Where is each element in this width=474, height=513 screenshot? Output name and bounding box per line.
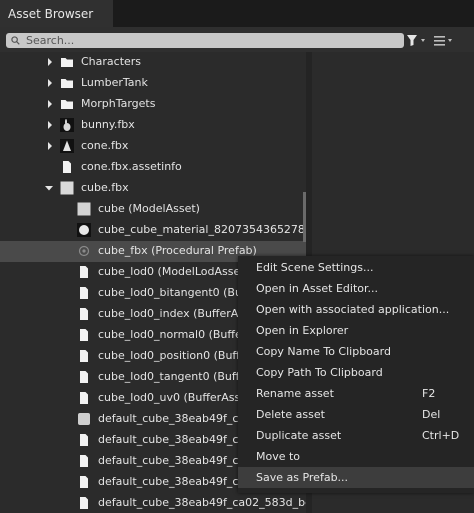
material-box-icon [78, 413, 90, 425]
expand-arrow-icon[interactable] [46, 142, 54, 150]
menu-item-shortcut: F2 [422, 387, 436, 400]
tree-row-cube-modelasset[interactable]: cube (ModelAsset) [0, 199, 306, 220]
title-bar: Asset Browser [0, 0, 474, 27]
search-box[interactable] [6, 33, 404, 48]
bunny-thumbnail-icon [60, 118, 74, 132]
cube-thumbnail-icon [60, 181, 74, 195]
menu-item-duplicate-asset[interactable]: Duplicate asset Ctrl+D [238, 425, 474, 446]
menu-item-move-to[interactable]: Move to [238, 446, 474, 467]
menu-item-rename-asset[interactable]: Rename asset F2 [238, 383, 474, 404]
menu-item-label: Copy Path To Clipboard [256, 366, 383, 379]
prefab-icon [78, 245, 90, 257]
file-icon [80, 392, 88, 404]
menu-item-label: Open with associated application... [256, 303, 450, 316]
tree-row-label: cube_lod0_uv0 (BufferAsset) [98, 391, 256, 404]
tab-asset-browser[interactable]: Asset Browser [0, 0, 113, 27]
file-icon [80, 287, 88, 299]
expand-arrow-icon[interactable] [46, 100, 54, 108]
context-menu: Edit Scene Settings... Open in Asset Edi… [238, 256, 474, 493]
cone-thumbnail-icon [60, 139, 74, 153]
menu-item-edit-scene-settings[interactable]: Edit Scene Settings... [238, 257, 474, 278]
menu-item-copy-path[interactable]: Copy Path To Clipboard [238, 362, 474, 383]
tree-row-label: default_cube_38eab49f_ca02_583d_be6d_f [98, 496, 306, 509]
tree-row-label: cone.fbx.assetinfo [81, 160, 182, 173]
tree-row-label: Characters [81, 55, 142, 68]
file-icon [80, 266, 88, 278]
file-icon [63, 161, 71, 173]
expand-arrow-icon[interactable] [46, 79, 54, 87]
material-sphere-icon [77, 223, 91, 237]
menu-item-label: Copy Name To Clipboard [256, 345, 391, 358]
model-asset-icon [77, 202, 91, 216]
search-icon [11, 36, 20, 45]
folder-icon [61, 100, 73, 109]
collapse-arrow-icon[interactable] [45, 184, 53, 192]
folder-icon [61, 79, 73, 88]
menu-item-open-with-associated-app[interactable]: Open with associated application... [238, 299, 474, 320]
menu-item-label: Edit Scene Settings... [256, 261, 374, 274]
view-options-icon[interactable] [433, 34, 455, 47]
expand-arrow-icon[interactable] [46, 121, 54, 129]
menu-item-shortcut: Del [422, 408, 441, 421]
menu-item-label: Rename asset [256, 387, 334, 400]
tree-row-label: cube (ModelAsset) [98, 202, 200, 215]
file-icon [80, 476, 88, 488]
menu-item-shortcut: Ctrl+D [422, 429, 460, 442]
tree-row-label: cube_cube_material_8207354365278159​2 [98, 223, 306, 236]
folder-icon [61, 58, 73, 67]
tab-label: Asset Browser [8, 7, 94, 21]
tree-row-label: cube.fbx [81, 181, 129, 194]
menu-item-copy-name[interactable]: Copy Name To Clipboard [238, 341, 474, 362]
file-icon [80, 308, 88, 320]
tree-row-label: LumberTank [81, 76, 148, 89]
menu-item-label: Move to [256, 450, 301, 463]
tree-row-cone-fbx[interactable]: cone.fbx [0, 136, 306, 157]
tree-row-label: cube_lod0 (ModelLodAsset) [98, 265, 249, 278]
file-icon [80, 350, 88, 362]
expand-arrow-icon[interactable] [46, 58, 54, 66]
tree-row-morphtargets[interactable]: MorphTargets [0, 94, 306, 115]
menu-item-label: Open in Asset Editor... [256, 282, 378, 295]
tree-row-cone-assetinfo[interactable]: cone.fbx.assetinfo [0, 157, 306, 178]
menu-item-label: Save as Prefab... [256, 471, 349, 484]
menu-item-open-in-explorer[interactable]: Open in Explorer [238, 320, 474, 341]
toolbar [0, 27, 474, 52]
tree-row-default-cube[interactable]: default_cube_38eab49f_ca02_583d_be6d_f [0, 493, 306, 513]
tree-row-cube-fbx[interactable]: cube.fbx [0, 178, 306, 199]
tree-row-label: cone.fbx [81, 139, 129, 152]
search-input[interactable] [26, 33, 396, 48]
tree-row-cube-material[interactable]: cube_cube_material_8207354365278159​2 [0, 220, 306, 241]
menu-item-label: Delete asset [256, 408, 325, 421]
menu-item-label: Duplicate asset [256, 429, 342, 442]
file-icon [80, 497, 88, 509]
tree-row-bunny-fbx[interactable]: bunny.fbx [0, 115, 306, 136]
tree-row-lumbertank[interactable]: LumberTank [0, 73, 306, 94]
file-icon [80, 371, 88, 383]
menu-item-open-in-asset-editor[interactable]: Open in Asset Editor... [238, 278, 474, 299]
file-icon [80, 329, 88, 341]
file-icon [80, 434, 88, 446]
menu-item-save-as-prefab[interactable]: Save as Prefab... [238, 467, 474, 488]
tree-row-characters[interactable]: Characters [0, 52, 306, 73]
menu-item-delete-asset[interactable]: Delete asset Del [238, 404, 474, 425]
file-icon [80, 455, 88, 467]
tree-row-label: bunny.fbx [81, 118, 135, 131]
filter-icon[interactable] [406, 34, 428, 47]
menu-item-label: Open in Explorer [256, 324, 349, 337]
tree-row-label: MorphTargets [81, 97, 156, 110]
tree-row-label: cube_fbx (Procedural Prefab) [98, 244, 257, 257]
